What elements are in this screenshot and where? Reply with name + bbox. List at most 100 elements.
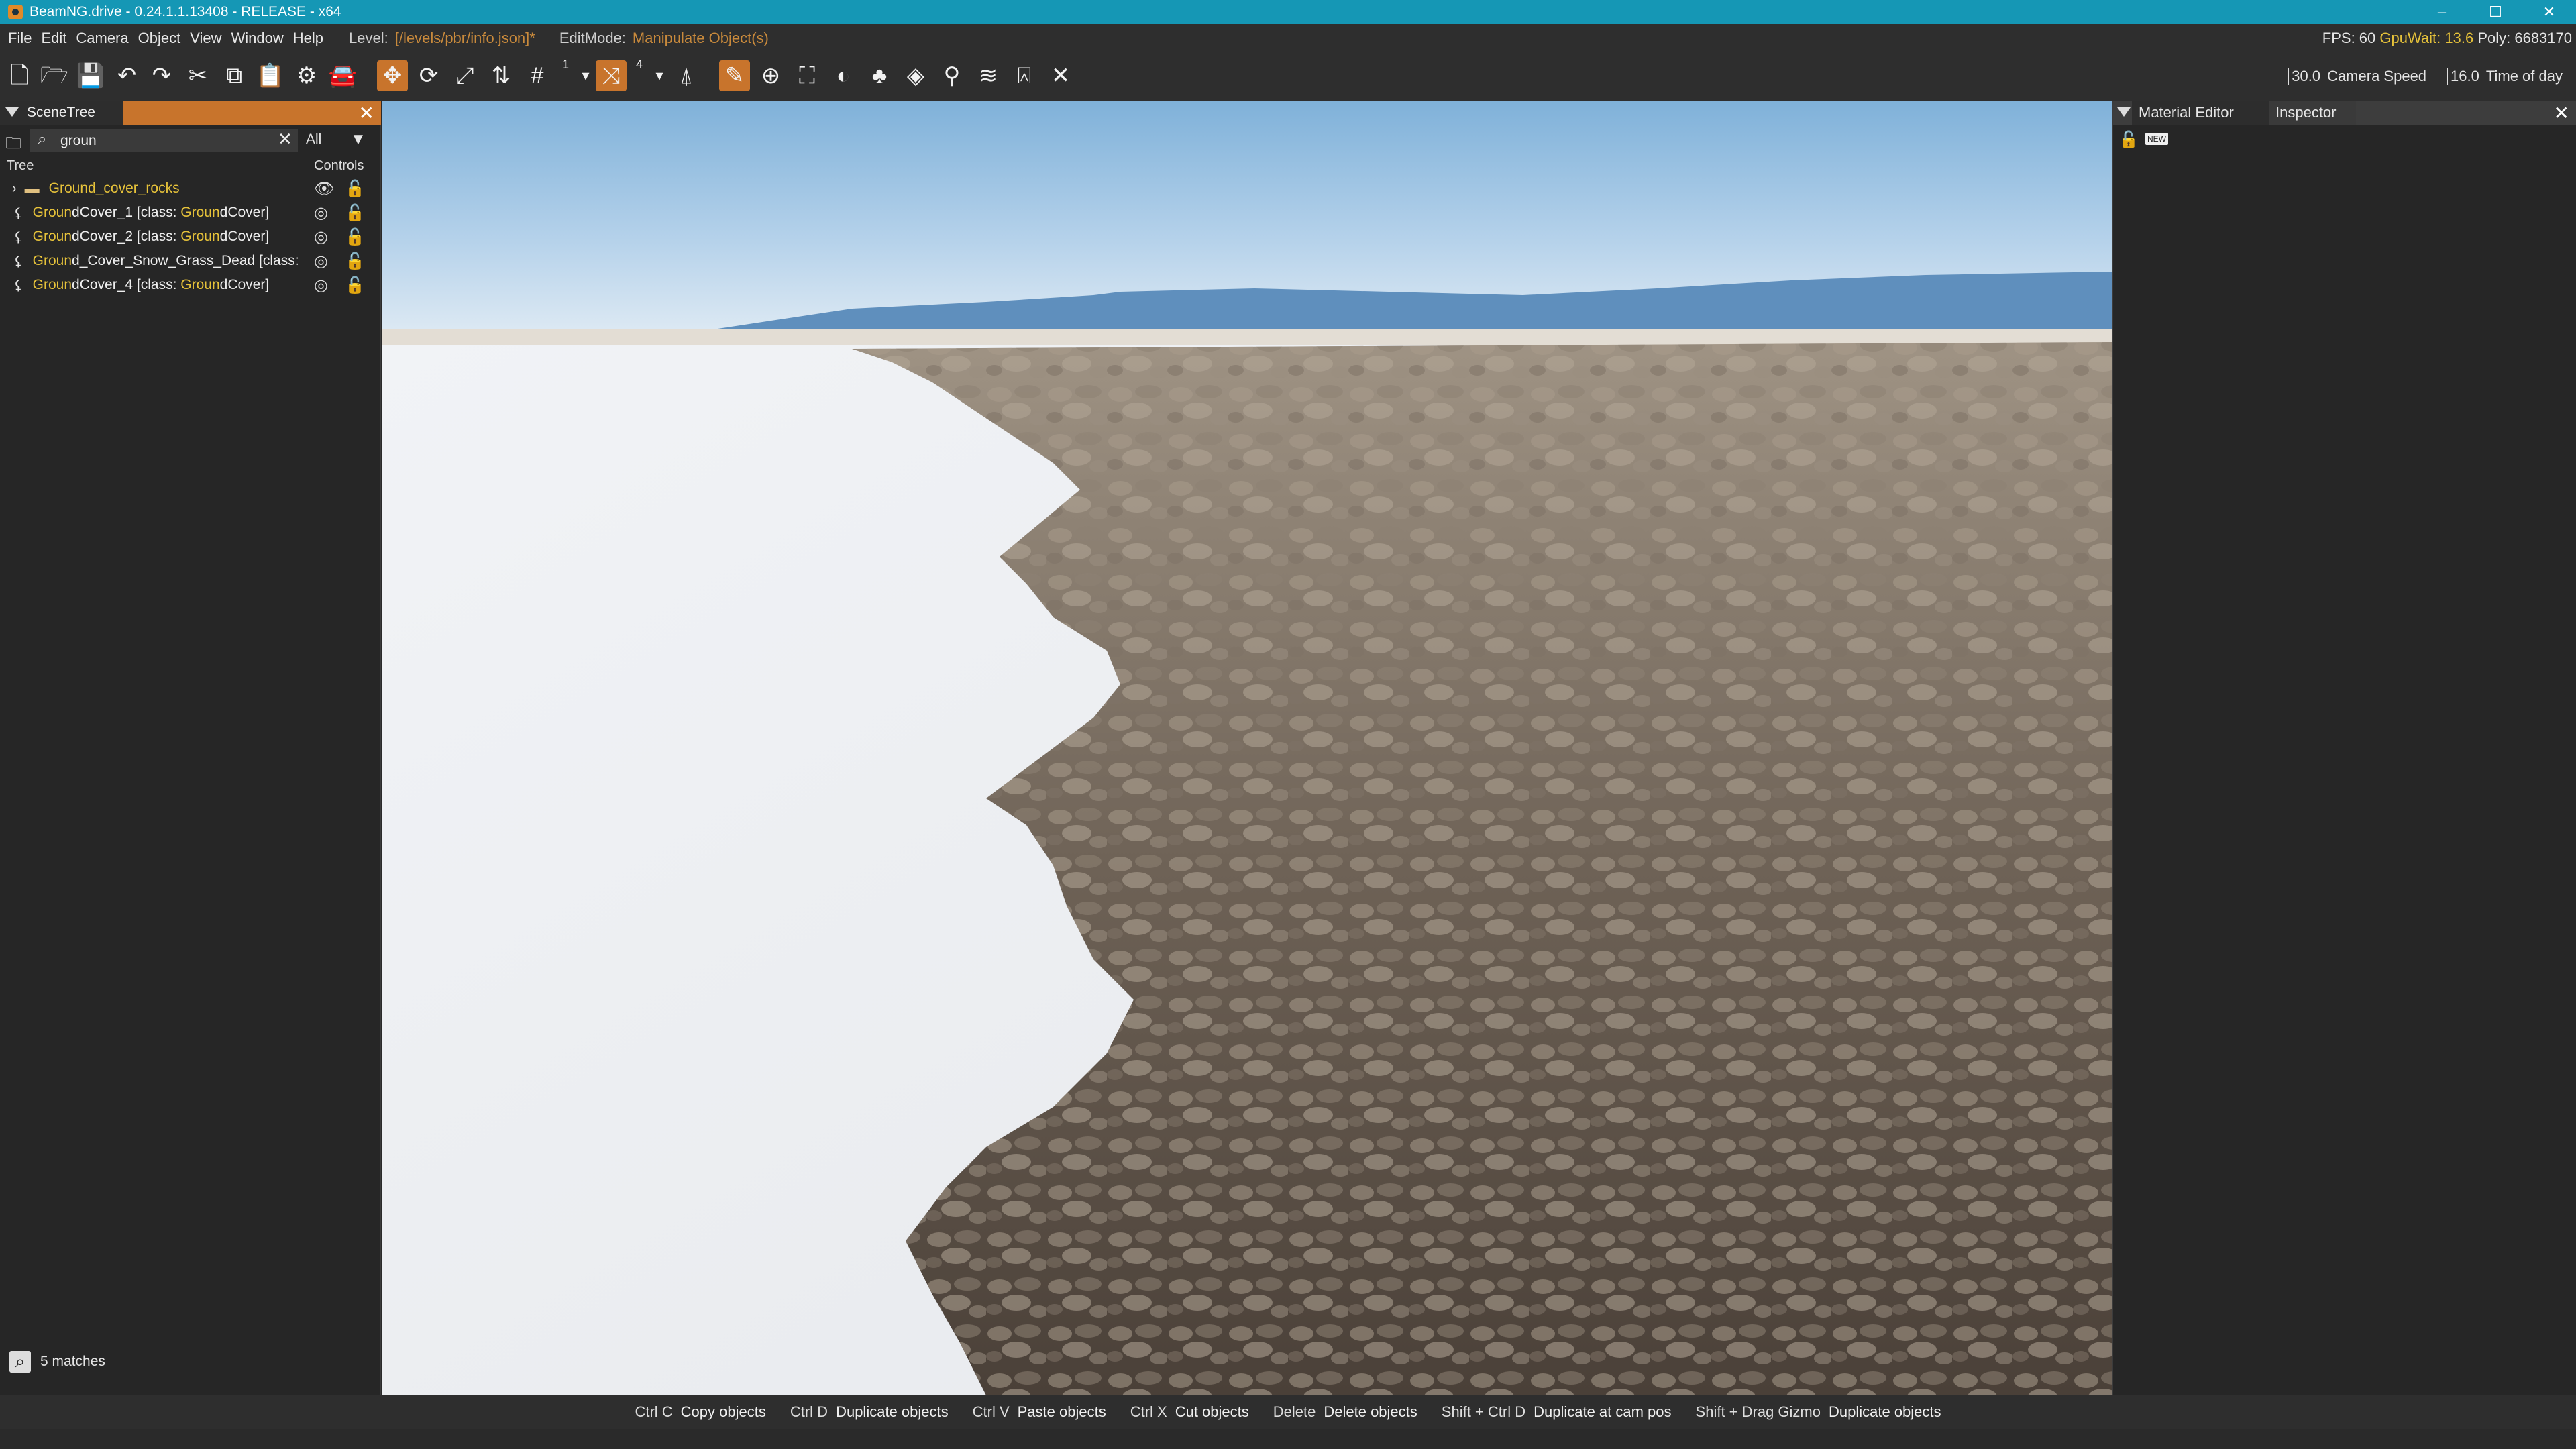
clear-search-icon[interactable]: ✕ <box>278 129 292 150</box>
snap-value-2[interactable]: 4 <box>636 58 643 72</box>
close-icon[interactable]: ✕ <box>359 102 374 124</box>
close-button[interactable]: ✕ <box>2522 0 2576 24</box>
terrain-icon[interactable]: ◐ <box>828 60 859 91</box>
river-icon[interactable]: ≋ <box>973 60 1004 91</box>
match-highlight: Groun <box>32 277 72 292</box>
camera-speed-input[interactable]: 30.0 <box>2288 68 2320 85</box>
add-icon[interactable]: ⊕ <box>755 60 786 91</box>
redo-icon[interactable]: ↷ <box>146 60 177 91</box>
maximize-button[interactable]: ☐ <box>2469 0 2522 24</box>
search-icon: ⌕ <box>38 130 47 148</box>
cut-icon[interactable]: ✂ <box>182 60 213 91</box>
time-of-day-input[interactable]: 16.0 <box>2447 68 2479 85</box>
path-icon[interactable]: ⍓ <box>1009 60 1040 91</box>
spawn-icon[interactable]: ⚲ <box>936 60 967 91</box>
menu-window[interactable]: Window <box>231 30 284 47</box>
shortcut-key: Ctrl X <box>1130 1403 1167 1420</box>
move-gizmo-icon[interactable]: ✥ <box>377 60 408 91</box>
new-badge[interactable]: NEW <box>2145 133 2168 145</box>
collapse-triangle-icon[interactable] <box>5 107 19 117</box>
editmode-value: Manipulate Object(s) <box>632 30 769 46</box>
shortcut-desc: Duplicate objects <box>1828 1403 1941 1420</box>
terrain-snap-icon[interactable]: ⤨ <box>596 60 627 91</box>
mesh-icon[interactable]: ◈ <box>900 60 931 91</box>
scenetree-tab-bar: ✕ <box>123 101 381 125</box>
minimize-button[interactable]: – <box>2415 0 2469 24</box>
scene-tree-search-row: 🗀 ⌕ ✕ All ▼ <box>0 127 381 154</box>
filter-select[interactable]: All <box>306 131 321 148</box>
toolbar: 🗋 🗁 💾 ↶ ↷ ✂ ⧉ 📋 ⚙ 🚘 ✥ ⟳ ⤢ ⇅ # 1 ▾ ⤨ 4 ▾ … <box>0 52 2576 101</box>
row-label-tail: dCover] <box>219 277 270 292</box>
search-results-footer: ⌕ 5 matches <box>0 1348 381 1375</box>
filter-dropdown-icon[interactable]: ▼ <box>350 130 366 149</box>
menu-object[interactable]: Object <box>138 30 181 47</box>
pencil-icon[interactable]: ✎ <box>719 60 750 91</box>
menu-camera[interactable]: Camera <box>76 30 128 47</box>
row-label: dCover_4 [class: <box>72 277 181 292</box>
shortcut-hint: Shift + Drag Gizmo Duplicate objects <box>1696 1403 1941 1421</box>
shortcut-key: Ctrl D <box>790 1403 828 1420</box>
3d-viewport[interactable] <box>382 101 2112 1395</box>
menu-edit[interactable]: Edit <box>41 30 66 47</box>
lock-icon[interactable]: 🔓 <box>345 252 365 271</box>
shortcut-key: Shift + Ctrl D <box>1441 1403 1526 1420</box>
lock-icon[interactable]: 🔓 <box>2118 130 2139 150</box>
tab-material-editor[interactable]: Material Editor <box>2132 101 2273 125</box>
eye-hidden-icon[interactable]: ◎ <box>314 252 328 271</box>
paste-icon[interactable]: 📋 <box>255 60 286 91</box>
tree-row[interactable]: ⚸ GroundCover_1 [class: GroundCover] ◎ 🔓 <box>0 201 381 224</box>
shortcut-status-bar: Ctrl C Copy objects Ctrl D Duplicate objec… <box>0 1395 2576 1429</box>
eye-hidden-icon[interactable]: ◎ <box>314 227 328 247</box>
groundcover-icon: ⚸ <box>13 278 23 293</box>
scene-tree-columns: Tree Controls <box>0 157 381 176</box>
eye-icon[interactable]: 👁 <box>314 179 334 199</box>
vehicle-icon[interactable]: 🚘 <box>327 60 358 91</box>
tree-row[interactable]: ⚸ GroundCover_4 [class: GroundCover] ◎ 🔓 <box>0 274 381 297</box>
settings-gear-icon[interactable]: ⚙ <box>291 60 322 91</box>
tab-scenetree[interactable]: SceneTree <box>0 101 123 125</box>
shortcut-desc: Duplicate at cam pos <box>1534 1403 1672 1420</box>
crosshair-icon[interactable]: ✕ <box>1045 60 1076 91</box>
add-group-icon[interactable]: 🗀 <box>5 131 24 152</box>
eye-hidden-icon[interactable]: ◎ <box>314 203 328 223</box>
snap-axis-icon[interactable]: ⇅ <box>486 60 517 91</box>
menu-view[interactable]: View <box>190 30 221 47</box>
new-file-icon[interactable]: 🗋 <box>4 60 35 91</box>
forest-icon[interactable]: ♣ <box>864 60 895 91</box>
camera-controls: 30.0 Camera Speed 16.0 Time of day <box>2288 52 2576 101</box>
row-label: dCover_2 [class: <box>72 229 181 244</box>
search-results-icon[interactable]: ⌕ <box>9 1351 31 1373</box>
light-icon[interactable]: ⍋ <box>671 60 702 91</box>
scale-gizmo-icon[interactable]: ⤢ <box>449 60 480 91</box>
shortcut-desc: Cut objects <box>1175 1403 1249 1420</box>
save-icon[interactable]: 💾 <box>75 60 106 91</box>
lock-icon[interactable]: 🔓 <box>345 203 365 223</box>
search-input[interactable] <box>30 129 298 152</box>
snap-value-1[interactable]: 1 <box>562 58 569 72</box>
menu-help[interactable]: Help <box>293 30 323 47</box>
lock-icon[interactable]: 🔓 <box>345 227 365 247</box>
matches-count: 5 matches <box>40 1354 105 1369</box>
lock-icon[interactable]: 🔓 <box>345 276 365 295</box>
right-panel: Material Editor Inspector ✕ 🔓 NEW <box>2112 101 2576 1395</box>
tree-row[interactable]: › ▬ Ground_cover_rocks 👁 🔓 <box>0 177 381 200</box>
match-highlight: Groun <box>32 253 72 268</box>
perf-stats: FPS: 60 GpuWait: 13.6 Poly: 6683170 <box>2322 24 2572 52</box>
tab-inspector[interactable]: Inspector <box>2269 101 2356 125</box>
collapse-triangle-icon[interactable] <box>2117 107 2131 117</box>
rotate-gizmo-icon[interactable]: ⟳ <box>413 60 444 91</box>
chevron-right-icon[interactable]: › <box>12 181 17 197</box>
grid-snap-icon[interactable]: # <box>522 60 553 91</box>
open-folder-icon[interactable]: 🗁 <box>39 60 70 91</box>
groundcover-icon: ⚸ <box>13 205 23 221</box>
row-label: d_cover_rocks <box>88 180 180 196</box>
tree-row[interactable]: ⚸ GroundCover_2 [class: GroundCover] ◎ 🔓 <box>0 225 381 248</box>
decal-icon[interactable]: ⛶ <box>792 60 822 91</box>
tree-row[interactable]: ⚸ Ground_Cover_Snow_Grass_Dead [class: ◎… <box>0 250 381 272</box>
eye-hidden-icon[interactable]: ◎ <box>314 276 328 295</box>
menu-file[interactable]: File <box>8 30 32 47</box>
copy-icon[interactable]: ⧉ <box>219 60 250 91</box>
lock-icon[interactable]: 🔓 <box>345 179 365 199</box>
close-icon[interactable]: ✕ <box>2554 102 2569 124</box>
undo-icon[interactable]: ↶ <box>111 60 142 91</box>
